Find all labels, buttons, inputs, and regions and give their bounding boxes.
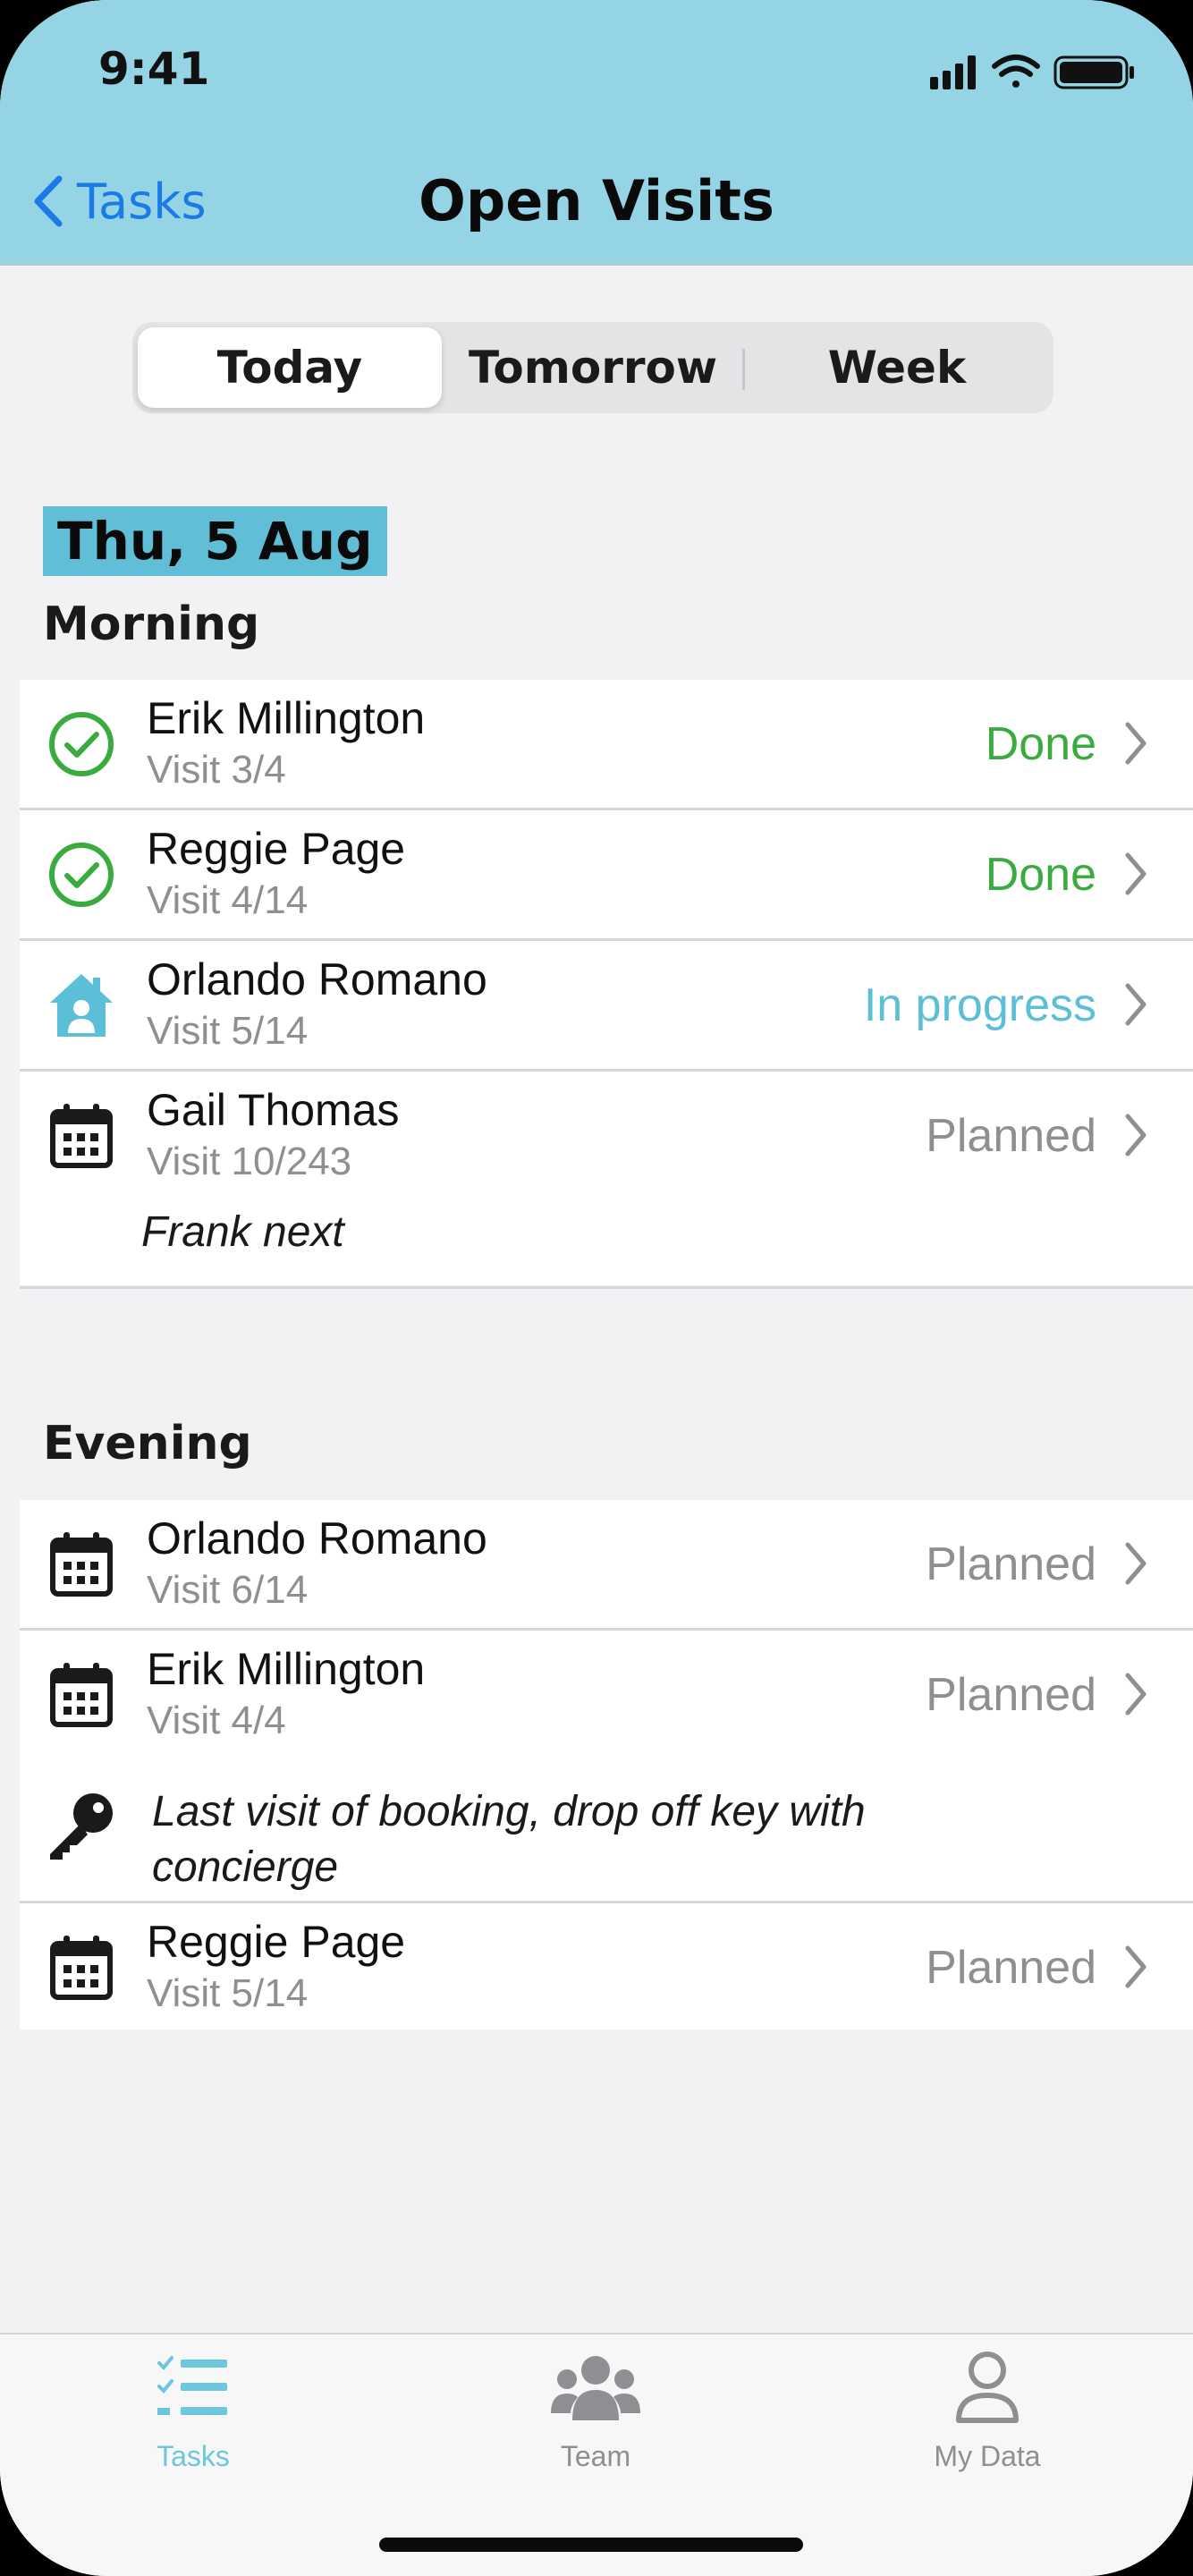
visit-number: Visit 4/4 [147,1699,286,1742]
visit-row[interactable]: Reggie Page Visit 5/14 Planned [20,1903,1193,2031]
visit-status: Planned [926,1538,1096,1590]
segment-tomorrow[interactable]: Tomorrow [445,327,740,408]
chevron-right-icon [1125,852,1146,895]
visit-note: Last visit of booking, drop off key with… [152,1788,866,1891]
day-segmented-control: Today Tomorrow Week [132,322,1053,413]
visit-status: Planned [926,1110,1096,1162]
visit-client-name: Orlando Romano [147,1513,487,1563]
visit-status: Planned [926,1669,1096,1721]
phone-screen: 9:41 Tasks Open Visits Today Tomorrow We… [0,0,1193,2576]
calendar-icon [50,1936,113,2000]
visit-note: Frank next [141,1208,344,1256]
chevron-right-icon [1125,722,1146,765]
visit-client-name: Orlando Romano [147,954,487,1004]
calendar-icon [50,1532,113,1597]
visit-number: Visit 5/14 [147,1009,309,1053]
battery-icon [1053,55,1134,89]
header: 9:41 Tasks Open Visits [0,0,1193,266]
check-circle-icon [49,712,114,776]
chevron-right-icon [1125,1673,1146,1716]
chevron-right-icon [1125,1945,1146,1988]
key-icon [50,1793,113,1860]
visit-status: Done [985,718,1096,770]
visit-number: Visit 5/14 [147,1971,309,2015]
chevron-right-icon [1125,1542,1146,1585]
visit-client-name: Erik Millington [147,1644,426,1694]
tasks-list-icon [157,2356,227,2415]
visit-row[interactable]: Reggie Page Visit 4/14 Done [20,810,1193,941]
visit-client-name: Gail Thomas [147,1085,400,1135]
tab-label: My Data [934,2440,1041,2472]
visit-client-name: Erik Millington [147,693,426,743]
morning-visits-list: Erik Millington Visit 3/4 Done Reggie Pa… [20,680,1193,1289]
chevron-right-icon [1125,983,1146,1026]
visit-row[interactable]: Gail Thomas Visit 10/243 Planned Frank n… [20,1072,1193,1289]
signal-icon [930,55,976,89]
visit-number: Visit 4/14 [147,878,309,922]
home-indicator[interactable] [379,2538,803,2552]
status-icons [930,55,1134,89]
visit-number: Visit 3/4 [147,748,286,792]
segment-week[interactable]: Week [746,327,1048,408]
house-person-icon [50,974,113,1037]
visit-status: Planned [926,1942,1096,1994]
calendar-icon [50,1104,113,1168]
status-time: 9:41 [98,43,210,95]
evening-visits-list: Orlando Romano Visit 6/14 Planned Erik M… [20,1500,1193,2029]
visit-row[interactable]: Orlando Romano Visit 5/14 In progress [20,941,1193,1072]
section-label-morning: Morning [43,597,260,651]
tab-label: Tasks [157,2440,230,2472]
page-title: Open Visits [419,168,774,233]
visit-status: In progress [863,979,1096,1031]
person-icon [956,2351,1019,2423]
segment-divider [742,349,745,390]
tab-tasks[interactable]: Tasks [86,2334,300,2496]
check-circle-icon [49,843,114,907]
visit-status: Done [985,849,1096,901]
visit-row[interactable]: Erik Millington Visit 4/4 Planned Last v… [20,1631,1193,1903]
section-label-evening: Evening [43,1417,252,1470]
chevron-right-icon [1125,1114,1146,1157]
visit-row[interactable]: Erik Millington Visit 3/4 Done [20,680,1193,810]
segment-today[interactable]: Today [138,327,442,408]
tab-label: Team [560,2440,631,2472]
date-header: Thu, 5 Aug [43,506,387,576]
visit-client-name: Reggie Page [147,1917,406,1967]
team-icon [551,2356,640,2420]
calendar-icon [50,1663,113,1727]
tab-my-data[interactable]: My Data [880,2334,1095,2496]
visit-row[interactable]: Orlando Romano Visit 6/14 Planned [20,1500,1193,1631]
visit-number: Visit 6/14 [147,1568,309,1612]
visit-number: Visit 10/243 [147,1140,352,1183]
wifi-icon [992,55,1040,88]
tab-team[interactable]: Team [488,2334,703,2496]
visit-client-name: Reggie Page [147,824,406,874]
